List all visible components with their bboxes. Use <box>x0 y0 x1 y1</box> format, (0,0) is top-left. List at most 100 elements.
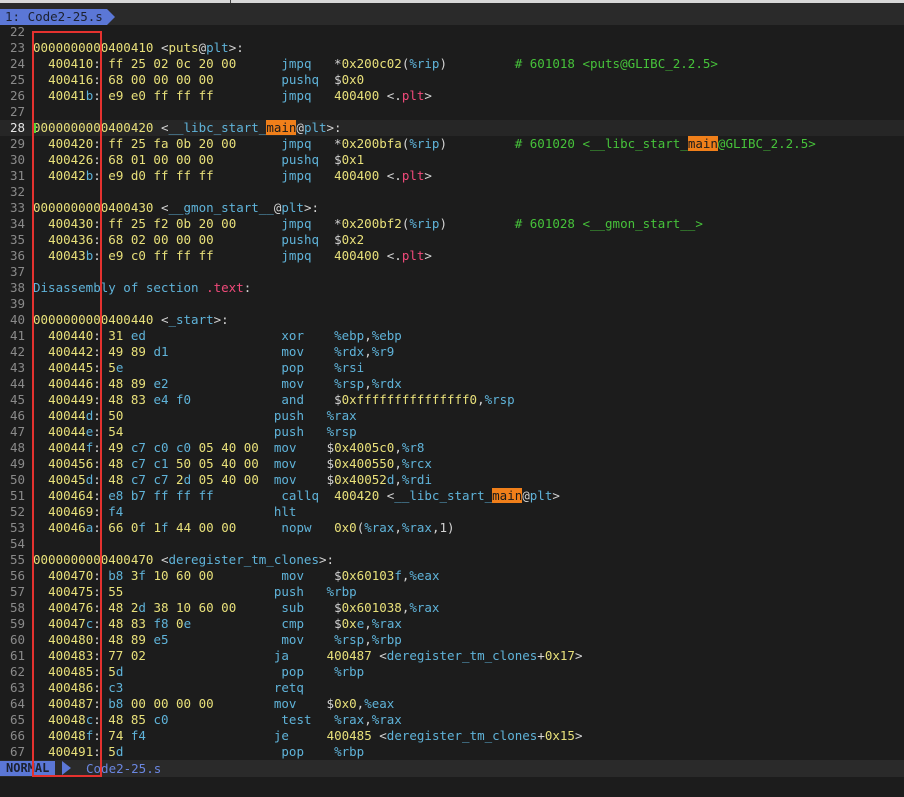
code-line[interactable]: 43 400445: 5e pop %rsi <box>0 360 904 376</box>
line-number: 66 <box>9 728 25 743</box>
code-line[interactable]: 22 <box>0 24 904 40</box>
token: 400449 <box>48 392 94 407</box>
token: %rip <box>409 216 440 231</box>
code-line[interactable]: 42 400442: 49 89 d1 mov %rdx,%r9 <box>0 344 904 360</box>
token: hlt <box>273 504 297 519</box>
code-line[interactable]: 40 0000000000400440 <_start>: <box>0 312 904 328</box>
token: 54 <box>108 424 124 439</box>
code-line[interactable]: 54 <box>0 536 904 552</box>
code-line[interactable]: 66 40048f: 74 f4 je 400485 <deregister_t… <box>0 728 904 744</box>
line-number: 47 <box>9 424 25 439</box>
token: %eax <box>409 568 440 583</box>
code-line[interactable]: 55 0000000000400470 <deregister_tm_clones… <box>0 552 904 568</box>
line-text: 400442: 49 89 d1 mov %rdx,%r9 <box>33 344 394 360</box>
token: $ <box>304 616 342 631</box>
code-line[interactable]: 57 400475: 55 push %rbp <box>0 584 904 600</box>
tab-code2-25[interactable]: 1: Code2-25.s <box>0 9 107 25</box>
code-line[interactable]: 34 400430: ff 25 f2 0b 20 00 jmpq *0x200… <box>0 216 904 232</box>
code-line[interactable]: 23 0000000000400410 <puts@plt>: <box>0 40 904 56</box>
code-line[interactable]: 25 400416: 68 00 00 00 00 pushq $0x0 <box>0 72 904 88</box>
editor-buffer[interactable]: 22 23 0000000000400410 <puts@plt>: 24 40041… <box>0 24 904 760</box>
token: $ <box>303 392 342 407</box>
code-line[interactable]: 35 400436: 68 02 00 00 00 pushq $0x2 <box>0 232 904 248</box>
code-line[interactable]: 48 40044f: 49 c7 c0 c0 05 40 00 mov $0x4… <box>0 440 904 456</box>
token: 40044 <box>48 408 86 423</box>
token: $ <box>296 472 335 487</box>
token: $ <box>319 152 342 167</box>
token: 10 60 00 <box>145 568 214 583</box>
token: f <box>394 568 402 583</box>
code-line[interactable]: 62 400485: 5d pop %rbp <box>0 664 904 680</box>
line-text: 400449: 48 83 e4 f0 and $0xfffffffffffff… <box>33 392 515 408</box>
code-line[interactable]: 51 400464: e8 b7 ff ff ff callq 400420 <… <box>0 488 904 504</box>
code-line[interactable]: 59 40047c: 48 83 f8 0e cmp $0xe,%rax <box>0 616 904 632</box>
token: c7 c1 <box>130 456 169 471</box>
code-line[interactable]: 33 0000000000400430 <__gmon_start__@plt>: <box>0 200 904 216</box>
token: < <box>371 728 387 743</box>
code-line-current[interactable]: 28 0000000000400420 <__libc_start_main@pl… <box>0 120 904 136</box>
status-line: NORMAL Code2-25.s <box>0 760 904 777</box>
code-line[interactable]: 27 <box>0 104 904 120</box>
token: %rax <box>371 616 402 631</box>
code-line[interactable]: 63 400486: c3 retq <box>0 680 904 696</box>
code-line[interactable]: 52 400469: f4 hlt <box>0 504 904 520</box>
code-line[interactable]: 31 40042b: e9 d0 ff ff ff jmpq 400400 <.… <box>0 168 904 184</box>
code-line[interactable]: 67 400491: 5d pop %rbp <box>0 744 904 760</box>
code-line[interactable]: 41 400440: 31 ed xor %ebp,%ebp <box>0 328 904 344</box>
token: 48 83 <box>108 392 154 407</box>
token: %rsp <box>484 392 515 407</box>
token: 5 <box>108 744 116 759</box>
token: jmpq <box>281 136 312 151</box>
code-line[interactable]: 29 400420: ff 25 fa 0b 20 00 jmpq *0x200… <box>0 136 904 152</box>
code-line[interactable]: 24 400410: ff 25 02 0c 20 00 jmpq *0x200… <box>0 56 904 72</box>
token: jmpq <box>281 56 312 71</box>
token: ja <box>273 648 289 663</box>
token: e5 <box>153 632 169 647</box>
code-line[interactable]: 44 400446: 48 89 e2 mov %rsp,%rdx <box>0 376 904 392</box>
token: 40048 <box>48 712 86 727</box>
token: 0xfffffffffffffff0 <box>341 392 478 407</box>
code-line[interactable]: 49 400456: 48 c7 c1 50 05 40 00 mov $0x4… <box>0 456 904 472</box>
cursor <box>33 123 36 133</box>
code-line[interactable]: 45 400449: 48 83 e4 f0 and $0xffffffffff… <box>0 392 904 408</box>
code-line[interactable]: 58 400476: 48 2d 38 10 60 00 sub $0x6010… <box>0 600 904 616</box>
code-line[interactable]: 64 400487: b8 00 00 00 00 mov $0x0,%eax <box>0 696 904 712</box>
code-line[interactable]: 32 <box>0 184 904 200</box>
code-line[interactable]: 38 Disassembly of section .text: <box>0 280 904 296</box>
token: f4 <box>108 504 124 519</box>
code-line[interactable]: 37 <box>0 264 904 280</box>
code-line[interactable]: 60 400480: 48 89 e5 mov %rsp,%rbp <box>0 632 904 648</box>
code-line[interactable]: 36 40043b: e9 c0 ff ff ff jmpq 400400 <.… <box>0 248 904 264</box>
token: : <box>243 280 252 295</box>
code-line[interactable]: 56 400470: b8 3f 10 60 00 mov $0x60103f,… <box>0 568 904 584</box>
code-line[interactable]: 26 40041b: e9 e0 ff ff ff jmpq 400400 <.… <box>0 88 904 104</box>
code-line[interactable]: 30 400426: 68 01 00 00 00 pushq $0x1 <box>0 152 904 168</box>
code-line[interactable]: 53 40046a: 66 0f 1f 44 00 00 nopw 0x0(%r… <box>0 520 904 536</box>
line-number: 51 <box>9 488 25 503</box>
code-line[interactable]: 61 400483: 77 02 ja 400487 <deregister_t… <box>0 648 904 664</box>
command-line[interactable] <box>0 777 904 797</box>
token: $ <box>296 456 335 471</box>
token: 48 85 <box>108 712 154 727</box>
token: $ <box>319 72 342 87</box>
token: 68 00 00 00 00 <box>108 72 214 87</box>
token: 48 2 <box>108 600 139 615</box>
code-line[interactable]: 46 40044d: 50 push %rax <box>0 408 904 424</box>
token: : <box>93 88 109 103</box>
code-line[interactable]: 65 40048c: 48 85 c0 test %rax,%rax <box>0 712 904 728</box>
code-line[interactable]: 50 40045d: 48 c7 c7 2d 05 40 00 mov $0x4… <box>0 472 904 488</box>
code-line[interactable]: 39 <box>0 296 904 312</box>
code-line[interactable]: 47 40044e: 54 push %rsp <box>0 424 904 440</box>
